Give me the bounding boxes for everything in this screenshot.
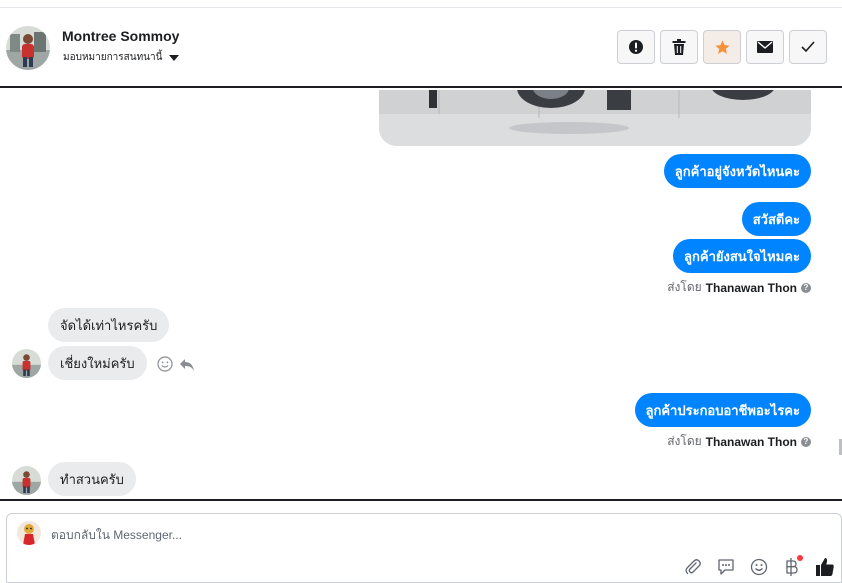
follow-up-button[interactable] xyxy=(703,30,741,64)
mark-done-button[interactable] xyxy=(789,30,827,64)
exclamation-icon xyxy=(629,40,643,54)
composer-divider xyxy=(0,499,842,501)
paperclip-icon xyxy=(684,558,701,574)
composer-tools xyxy=(682,555,835,577)
message-bubble-in[interactable]: จัดได้เท่าไหรครับ xyxy=(48,308,170,342)
react-smiley-icon[interactable] xyxy=(157,356,173,372)
contact-avatar-small xyxy=(12,349,41,378)
thumbs-up-icon xyxy=(815,557,834,576)
message-bubble-out[interactable]: ลูกค้าอยู่จังหวัดไหนคะ xyxy=(663,154,811,188)
like-button[interactable] xyxy=(814,556,835,577)
contact-avatar[interactable] xyxy=(6,26,50,70)
delete-button[interactable] xyxy=(660,30,698,64)
notification-dot xyxy=(797,555,803,561)
sent-by-agent[interactable]: Thanawan Thon xyxy=(706,435,797,449)
attach-button[interactable] xyxy=(682,556,703,577)
message-bubble-in[interactable]: ทำสวนครับ xyxy=(48,462,136,496)
payment-button[interactable] xyxy=(781,555,803,577)
question-icon[interactable]: ? xyxy=(801,282,811,293)
saved-replies-button[interactable] xyxy=(715,556,736,577)
message-bubble-out[interactable]: ลูกค้าประกอบอาชีพอะไรคะ xyxy=(634,393,811,427)
message-thread: ลูกค้าอยู่จังหวัดไหนคะ สวัสดีคะ ลูกค้ายั… xyxy=(0,90,842,500)
mark-unread-button[interactable] xyxy=(746,30,784,64)
sent-by-agent[interactable]: Thanawan Thon xyxy=(706,281,797,295)
reply-composer xyxy=(6,513,842,583)
contact-name[interactable]: Montree Sommoy xyxy=(62,28,179,44)
caret-down-icon xyxy=(169,54,180,61)
sent-by-prefix: ส่งโดย xyxy=(667,280,702,294)
assign-conversation-dropdown[interactable]: มอบหมายการสนทนานี้ xyxy=(63,50,180,65)
baht-icon xyxy=(785,557,798,576)
check-icon xyxy=(801,41,815,53)
header-actions xyxy=(617,30,827,64)
reply-arrow-icon[interactable] xyxy=(179,356,195,372)
sent-by-label: ส่งโดย Thanawan Thon ? xyxy=(667,432,811,451)
page-avatar xyxy=(17,521,41,545)
contact-avatar-small xyxy=(12,466,41,495)
message-tools xyxy=(157,356,195,372)
chat-bubble-icon xyxy=(717,558,734,575)
reply-input[interactable] xyxy=(51,524,651,546)
sent-by-label: ส่งโดย Thanawan Thon ? xyxy=(667,278,811,297)
star-icon xyxy=(714,39,730,54)
emoji-button[interactable] xyxy=(748,556,769,577)
shared-photo[interactable] xyxy=(379,90,811,146)
message-bubble-out[interactable]: ลูกค้ายังสนใจไหมคะ xyxy=(673,239,811,273)
message-bubble-in[interactable]: เชี่ยงใหม่ครับ xyxy=(48,346,147,380)
question-icon[interactable]: ? xyxy=(801,436,811,447)
spam-button[interactable] xyxy=(617,30,655,64)
trash-icon xyxy=(672,39,686,55)
message-bubble-out[interactable]: สวัสดีคะ xyxy=(741,202,811,236)
conversation-header: Montree Sommoy มอบหมายการสนทนานี้ xyxy=(0,8,842,88)
top-strip xyxy=(0,0,842,8)
smiley-icon xyxy=(750,558,767,575)
sent-by-prefix: ส่งโดย xyxy=(667,434,702,448)
envelope-icon xyxy=(757,41,773,53)
assign-label: มอบหมายการสนทนานี้ xyxy=(63,52,163,63)
